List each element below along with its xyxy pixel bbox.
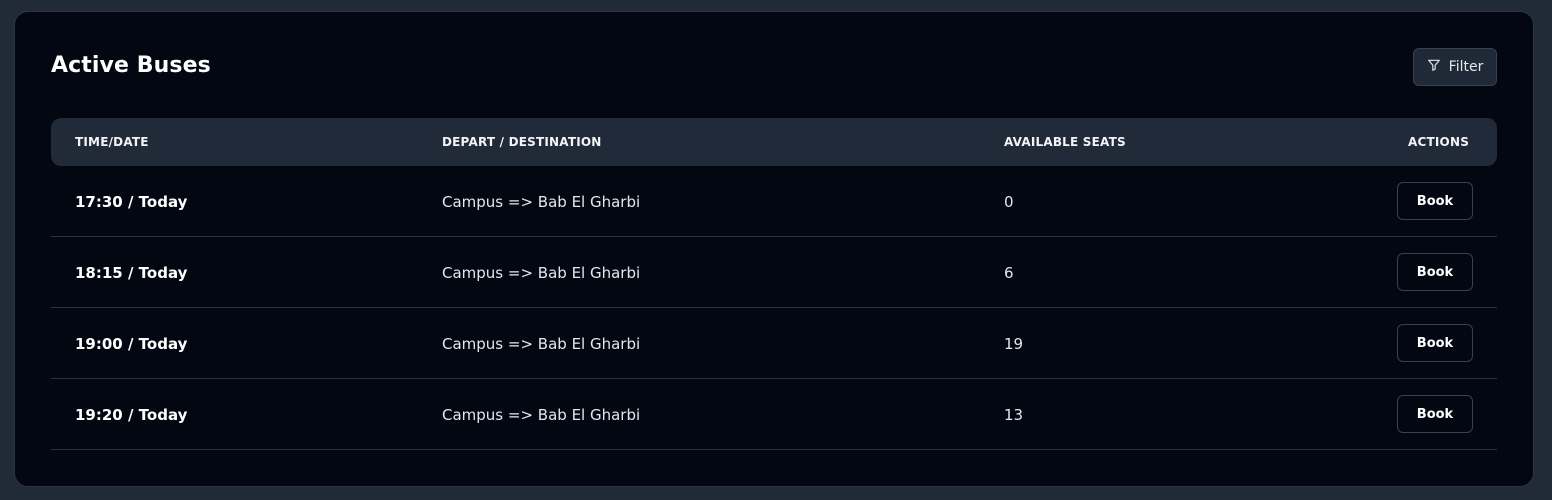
active-buses-card: Active Buses Filter TIME/DATE DEPART / D… <box>14 11 1534 487</box>
seats-cell: 0 <box>1004 192 1014 211</box>
column-header-time: TIME/DATE <box>75 135 149 149</box>
filter-icon <box>1427 58 1441 76</box>
time-cell: 19:00 / Today <box>75 334 188 353</box>
page-title: Active Buses <box>51 53 211 78</box>
book-button[interactable]: Book <box>1397 395 1473 433</box>
route-cell: Campus => Bab El Gharbi <box>442 334 641 353</box>
route-cell: Campus => Bab El Gharbi <box>442 405 641 424</box>
table-row: 18:15 / Today Campus => Bab El Gharbi 6 … <box>51 237 1497 308</box>
column-header-seats: AVAILABLE SEATS <box>1004 135 1126 149</box>
time-cell: 18:15 / Today <box>75 263 188 282</box>
table-row: 19:20 / Today Campus => Bab El Gharbi 13… <box>51 379 1497 450</box>
time-cell: 19:20 / Today <box>75 405 188 424</box>
book-button[interactable]: Book <box>1397 182 1473 220</box>
route-cell: Campus => Bab El Gharbi <box>442 192 641 211</box>
time-cell: 17:30 / Today <box>75 192 188 211</box>
book-button[interactable]: Book <box>1397 324 1473 362</box>
seats-cell: 13 <box>1004 405 1024 424</box>
table-header: TIME/DATE DEPART / DESTINATION AVAILABLE… <box>51 118 1497 166</box>
table-row: 17:30 / Today Campus => Bab El Gharbi 0 … <box>51 166 1497 237</box>
table-row: 19:00 / Today Campus => Bab El Gharbi 19… <box>51 308 1497 379</box>
book-button[interactable]: Book <box>1397 253 1473 291</box>
bus-table-body: 17:30 / Today Campus => Bab El Gharbi 0 … <box>51 166 1497 450</box>
seats-cell: 19 <box>1004 334 1024 353</box>
seats-cell: 6 <box>1004 263 1014 282</box>
route-cell: Campus => Bab El Gharbi <box>442 263 641 282</box>
column-header-actions: ACTIONS <box>1408 135 1470 149</box>
filter-label: Filter <box>1448 59 1484 75</box>
filter-button[interactable]: Filter <box>1413 48 1497 86</box>
column-header-route: DEPART / DESTINATION <box>442 135 602 149</box>
